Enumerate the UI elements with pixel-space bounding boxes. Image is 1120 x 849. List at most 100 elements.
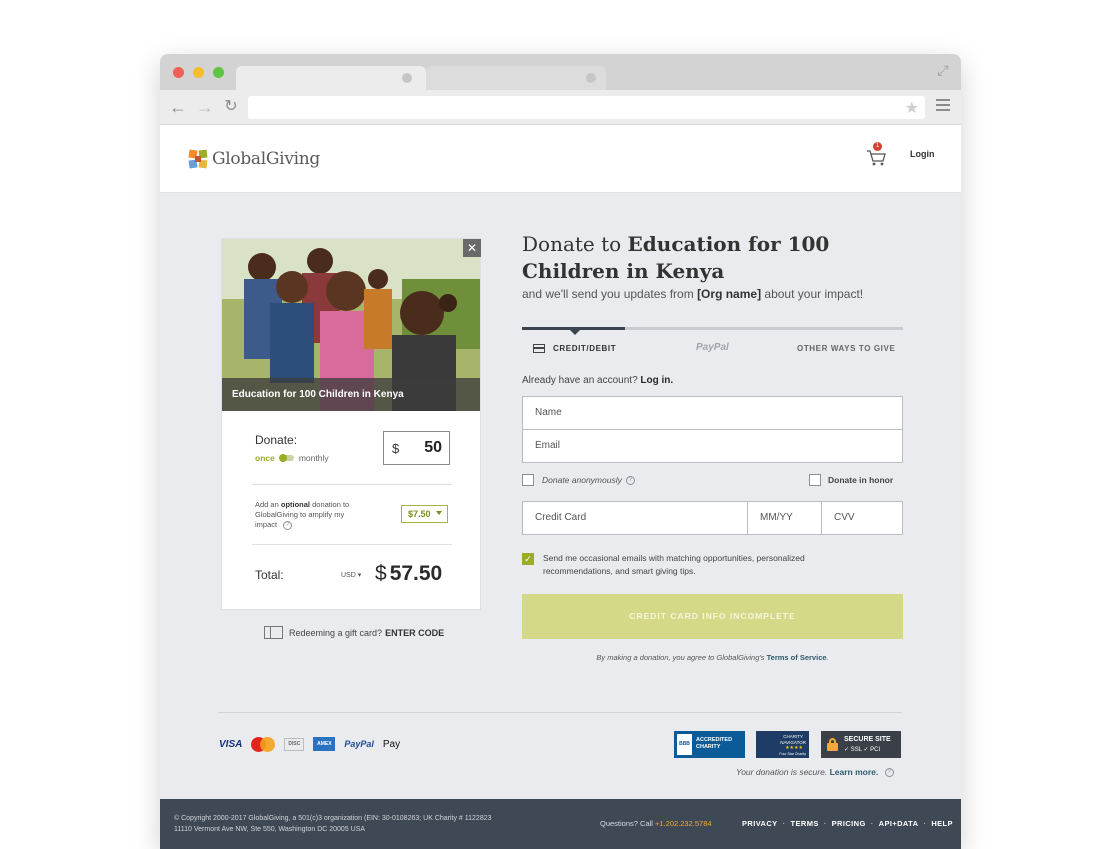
logo-text: GlobalGiving — [212, 149, 320, 169]
donate-anonymously-checkbox[interactable] — [522, 474, 534, 486]
amex-icon: AMEX — [313, 737, 336, 751]
expiry-field[interactable]: MM/YY — [747, 501, 822, 535]
divider — [252, 544, 452, 545]
browser-tab-active[interactable] — [236, 66, 426, 90]
close-card-button[interactable]: ✕ — [463, 239, 481, 257]
total-label: Total: — [255, 568, 284, 582]
browser-window: ⤢ ← → ↻ ★ GlobalGiving 1 Login Education… — [160, 54, 961, 849]
browser-toolbar: ← → ↻ ★ — [160, 90, 961, 125]
payment-logos: VISA DISC AMEX PayPal Pay — [219, 736, 409, 752]
reload-icon[interactable]: ↻ — [222, 98, 240, 116]
tab-close-icon[interactable] — [586, 73, 596, 83]
secure-site-sub: ✓ SSL ✓ PCI — [844, 747, 881, 753]
charity-navigator-badge[interactable]: CHARITY NAVIGATOR ★★★★ Four Star Charity — [756, 731, 809, 758]
bbb-accredited-badge[interactable]: BBB ACCREDITED CHARITY — [674, 731, 745, 758]
optional-tip-select[interactable]: $7.50 — [401, 505, 448, 523]
email-field[interactable]: Email — [522, 429, 903, 463]
gift-card-text: Redeeming a gift card? — [289, 627, 383, 638]
cart-button[interactable]: 1 — [865, 142, 887, 167]
project-title-caption: Education for 100 Children in Kenya — [222, 378, 480, 411]
lock-icon — [827, 738, 838, 751]
login-link[interactable]: Login — [910, 149, 935, 159]
help-icon[interactable]: ? — [283, 520, 293, 530]
frequency-switch[interactable] — [278, 454, 294, 462]
donate-in-honor-checkbox[interactable] — [809, 474, 821, 486]
footer-nav: PRIVACY · TERMS · PRICING · API+DATA · HELP — [742, 819, 953, 828]
fullscreen-icon[interactable]: ⤢ — [935, 62, 951, 78]
secure-site-title: SECURE SITE — [844, 736, 891, 743]
copyright-text: © Copyright 2000-2017 GlobalGiving, a 50… — [174, 815, 492, 833]
help-icon[interactable]: ? — [625, 476, 635, 486]
gift-card-icon — [264, 626, 283, 639]
footer-link-pricing[interactable]: PRICING — [832, 819, 866, 828]
tab-close-icon[interactable] — [402, 73, 412, 83]
login-link-inline[interactable]: Log in. — [640, 375, 673, 386]
submit-donation-button[interactable]: CREDIT CARD INFO INCOMPLETE — [522, 594, 903, 639]
gift-card-redeem: Redeeming a gift card? ENTER CODE — [264, 626, 444, 639]
charity-navigator-subtext: Four Star Charity — [779, 752, 806, 756]
chevron-down-icon — [436, 511, 442, 515]
footer-link-privacy[interactable]: PRIVACY — [742, 819, 778, 828]
info-icon[interactable]: ? — [884, 768, 894, 778]
amount-value: 50 — [424, 439, 442, 456]
close-window-button[interactable] — [173, 67, 184, 78]
forward-icon[interactable]: → — [196, 98, 214, 116]
total-amount: $57.50 — [375, 562, 443, 585]
chevron-down-icon: ▾ — [357, 572, 362, 579]
check-icon: ✓ — [524, 554, 532, 564]
account-prompt: Already have an account? Log in. — [522, 375, 674, 386]
donate-anonymously-label: Donate anonymously? — [542, 475, 635, 486]
browser-titlebar: ⤢ — [160, 54, 961, 90]
email-optin-checkbox[interactable]: ✓ — [522, 553, 534, 565]
terms-link[interactable]: Terms of Service — [767, 653, 827, 662]
project-photo: Education for 100 Children in Kenya — [222, 239, 480, 411]
tab-other-ways[interactable]: OTHER WAYS TO GIVE — [797, 344, 895, 353]
name-field[interactable]: Name — [522, 396, 903, 430]
freq-monthly-label[interactable]: monthly — [299, 453, 329, 463]
back-icon[interactable]: ← — [169, 98, 187, 116]
enter-code-link[interactable]: ENTER CODE — [385, 628, 444, 638]
site-footer: © Copyright 2000-2017 GlobalGiving, a 50… — [160, 799, 961, 849]
bookmark-star-icon[interactable]: ★ — [905, 98, 919, 118]
browser-tab-inactive[interactable] — [426, 66, 606, 90]
footer-link-api-data[interactable]: API+DATA — [879, 819, 919, 828]
url-bar[interactable]: ★ — [248, 96, 925, 119]
mastercard-icon — [251, 736, 276, 752]
donate-label: Donate: — [255, 433, 298, 447]
divider — [252, 484, 452, 485]
tip-value: $7.50 — [408, 509, 431, 519]
freq-once-label[interactable]: once — [255, 453, 275, 463]
learn-more-link[interactable]: Learn more. — [830, 767, 879, 777]
phone-link[interactable]: +1.202.232.5784 — [655, 819, 712, 828]
bbb-seal-icon: BBB — [677, 734, 692, 755]
optional-donation-text: Add an optional donation to GlobalGiving… — [255, 500, 350, 530]
email-optin-label: Send me occasional emails with matching … — [543, 553, 805, 576]
logo-mark-icon — [188, 149, 208, 169]
credit-card-icon — [533, 344, 545, 353]
tab-pointer — [570, 330, 580, 335]
tab-credit-debit[interactable]: CREDIT/DEBIT — [533, 344, 616, 353]
questions-contact: Questions? Call +1.202.232.5784 — [600, 819, 712, 828]
currency-select[interactable]: USD ▾ — [341, 571, 361, 579]
donate-in-honor-label: Donate in honor — [828, 475, 894, 485]
site-header: GlobalGiving 1 Login — [160, 125, 961, 193]
cart-count-badge: 1 — [873, 142, 882, 151]
browser-menu-icon[interactable] — [936, 99, 950, 113]
amount-currency-symbol: $ — [392, 441, 400, 456]
apple-pay-icon: Pay — [382, 738, 401, 750]
visa-icon: VISA — [219, 738, 243, 750]
cvv-field[interactable]: CVV — [821, 501, 903, 535]
minimize-window-button[interactable] — [193, 67, 204, 78]
paypal-icon: PayPal — [344, 739, 374, 749]
globalgiving-logo[interactable]: GlobalGiving — [188, 147, 320, 171]
discover-icon: DISC — [284, 737, 305, 751]
credit-card-field[interactable]: Credit Card — [522, 501, 748, 535]
secure-site-badge[interactable]: SECURE SITE ✓ SSL ✓ PCI — [821, 731, 901, 758]
frequency-toggle[interactable]: once monthly — [255, 453, 329, 463]
donation-amount-input[interactable]: $ 50 — [383, 431, 450, 465]
footer-link-terms[interactable]: TERMS — [791, 819, 819, 828]
maximize-window-button[interactable] — [213, 67, 224, 78]
tab-paypal[interactable]: PayPal — [696, 342, 729, 353]
footer-link-help[interactable]: HELP — [931, 819, 953, 828]
footer-divider — [218, 712, 902, 713]
